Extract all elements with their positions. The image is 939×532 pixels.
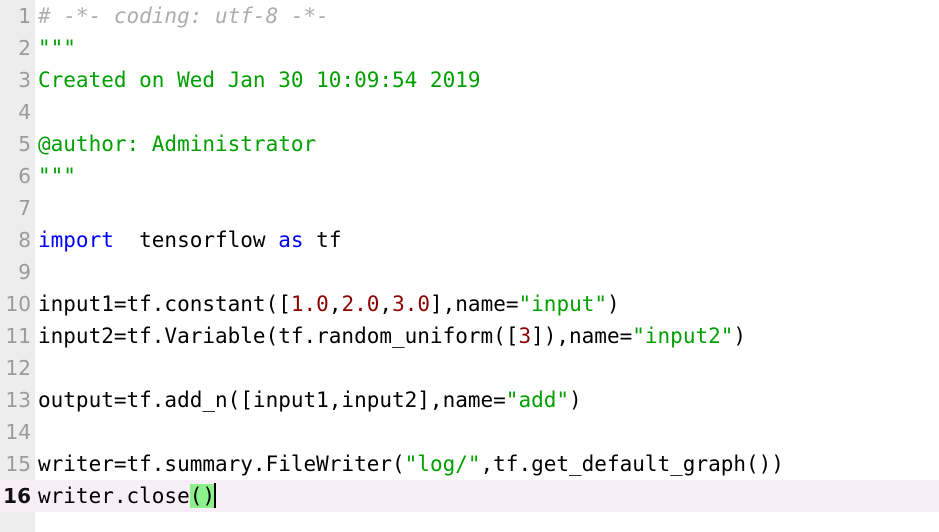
code-token-plain: ]),name=	[531, 324, 633, 348]
bracket-match-highlight: ()	[189, 484, 216, 508]
code-line[interactable]: 14	[0, 416, 939, 448]
code-line[interactable]: 4	[0, 96, 939, 128]
line-number: 8	[18, 228, 31, 252]
code-token-plain: input1=tf.constant([	[38, 292, 291, 316]
code-line[interactable]: 2 """	[0, 32, 939, 64]
code-token-plain: tf	[303, 228, 342, 252]
code-token-num: 2.0	[341, 292, 380, 316]
code-token-comment: # -*- coding: utf-8 -*-	[38, 4, 329, 28]
code-token-plain: output=tf.add_n([input1,input2],name=	[38, 388, 506, 412]
code-token-plain: )	[569, 388, 582, 412]
code-token-string: Created on Wed Jan 30 10:09:54 2019	[38, 68, 481, 92]
code-token-num: 1.0	[290, 292, 329, 316]
code-token-num: 3.0	[392, 292, 430, 316]
code-line[interactable]: 9	[0, 256, 939, 288]
code-token-plain: input2=tf.Variable(tf.random_uniform([	[38, 324, 519, 348]
code-token-string: "input2"	[632, 324, 734, 348]
code-line[interactable]: 15 writer=tf.summary.FileWriter("log/",tf…	[0, 448, 939, 480]
code-line-text: # -*- coding: utf-8 -*-	[38, 0, 329, 32]
line-number: 7	[18, 196, 31, 220]
line-number: 16	[0, 480, 31, 512]
line-number: 13	[5, 388, 31, 412]
code-lines-container[interactable]: 1 # -*- coding: utf-8 -*- 2 """ 3 Created on …	[0, 0, 939, 512]
code-line-text: output=tf.add_n([input1,input2],name="ad…	[38, 384, 582, 416]
code-token-kw: import	[38, 228, 114, 252]
line-number: 5	[18, 132, 31, 156]
code-line[interactable]: 12	[0, 352, 939, 384]
code-line[interactable]: 6 """	[0, 160, 939, 192]
code-line-text: input1=tf.constant([1.0,2.0,3.0],name="i…	[38, 288, 620, 320]
code-token-string: "add"	[505, 388, 570, 412]
code-line-text: writer=tf.summary.FileWriter("log/",tf.g…	[38, 448, 784, 480]
code-token-plain: writer=tf.summary.FileWriter(	[38, 452, 405, 476]
line-number: 3	[18, 68, 31, 92]
line-number: 10	[5, 292, 31, 316]
line-number: 9	[18, 260, 31, 284]
code-token-plain: writer.close	[38, 484, 190, 508]
code-token-plain: tensorflow	[113, 228, 279, 252]
code-token-plain: ,tf.get_default_graph())	[480, 452, 784, 476]
code-line-text: @author: Administrator	[38, 128, 316, 160]
code-editor[interactable]: 1 # -*- coding: utf-8 -*- 2 """ 3 Created on …	[0, 0, 939, 532]
code-token-string: "log/"	[404, 452, 481, 476]
code-line-text: """	[38, 160, 76, 192]
line-number: 11	[5, 324, 31, 348]
code-token-string: """	[38, 164, 76, 188]
line-number: 6	[18, 164, 31, 188]
code-token-string: "input"	[518, 292, 608, 316]
code-token-num: 3	[518, 324, 532, 348]
code-token-plain: ,	[379, 292, 393, 316]
code-line-text: """	[38, 32, 76, 64]
code-token-kw: as	[278, 228, 304, 252]
code-line[interactable]: 3 Created on Wed Jan 30 10:09:54 2019	[0, 64, 939, 96]
code-line-text: input2=tf.Variable(tf.random_uniform([3]…	[38, 320, 746, 352]
code-line[interactable]: 1 # -*- coding: utf-8 -*-	[0, 0, 939, 32]
code-token-plain: ,	[328, 292, 342, 316]
code-token-string: @author: Administrator	[38, 132, 317, 156]
line-number: 1	[18, 4, 31, 28]
code-line[interactable]: 16 writer.close()	[0, 480, 939, 512]
code-token-string: """	[38, 36, 76, 60]
code-line-text: import tensorflow as tf	[38, 224, 341, 256]
line-number: 2	[18, 36, 31, 60]
line-number: 4	[18, 100, 31, 124]
line-number: 12	[5, 356, 31, 380]
code-line[interactable]: 5 @author: Administrator	[0, 128, 939, 160]
code-token-plain: ],name=	[430, 292, 519, 316]
line-number: 15	[5, 452, 31, 476]
code-line[interactable]: 10 input1=tf.constant([1.0,2.0,3.0],name=…	[0, 288, 939, 320]
text-caret	[214, 483, 217, 508]
code-token-plain: )	[733, 324, 747, 348]
code-line[interactable]: 11 input2=tf.Variable(tf.random_uniform([…	[0, 320, 939, 352]
line-number: 14	[5, 420, 31, 444]
code-token-plain: )	[607, 292, 620, 316]
code-line[interactable]: 7	[0, 192, 939, 224]
code-line[interactable]: 13 output=tf.add_n([input1,input2],name="…	[0, 384, 939, 416]
code-line-text: writer.close()	[38, 480, 217, 512]
code-line-text: Created on Wed Jan 30 10:09:54 2019	[38, 64, 481, 96]
code-line[interactable]: 8 import tensorflow as tf	[0, 224, 939, 256]
